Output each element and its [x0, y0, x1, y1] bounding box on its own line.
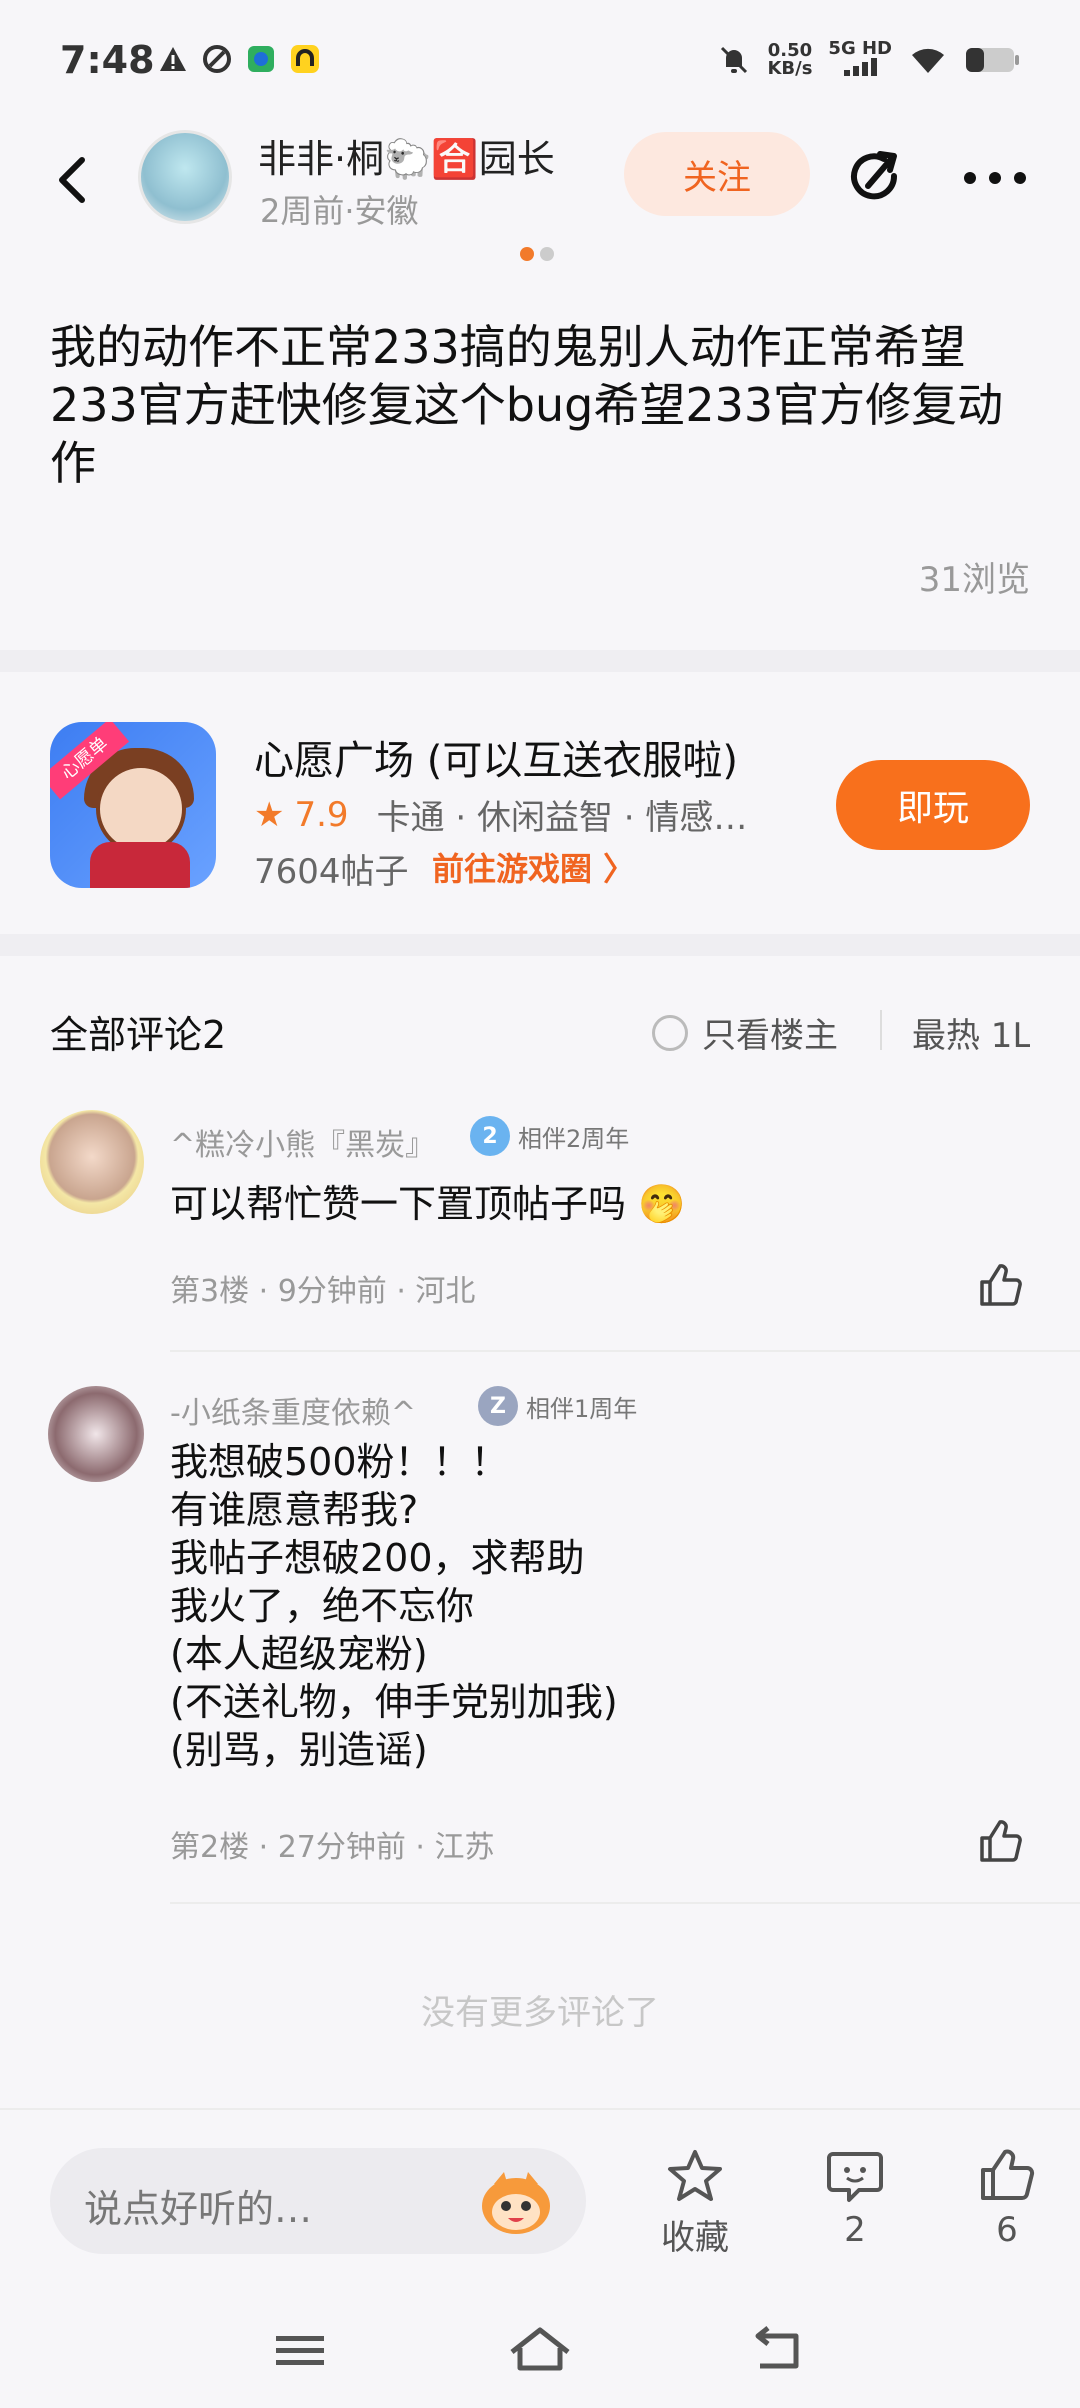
network-speed-unit: KB/s — [767, 58, 813, 79]
follow-button[interactable]: 关注 — [624, 132, 810, 216]
pager-dot — [540, 247, 554, 261]
yellow-app-icon — [291, 45, 319, 73]
section-divider — [0, 650, 1080, 672]
sort-hot-tab[interactable]: 最热 1L — [912, 1008, 1030, 1057]
signal-bars-icon — [844, 58, 878, 76]
comment-bubble-icon[interactable] — [825, 2148, 885, 2204]
play-button[interactable]: 即玩 — [836, 760, 1030, 850]
status-time: 7:48 — [60, 38, 155, 82]
star-icon: ★ — [254, 794, 285, 835]
collect-label[interactable]: 收藏 — [661, 2218, 729, 2258]
game-circle-link[interactable]: 前往游戏圈 〉 — [432, 844, 635, 890]
author-name[interactable]: 非非·桐🐑🈴园长 — [258, 128, 555, 183]
like-count[interactable]: 6 — [996, 2210, 1018, 2250]
game-title[interactable]: 心愿广场 (可以互送衣服啦) — [254, 728, 738, 786]
comment-text: 可以帮忙赞一下置顶帖子吗 🤭 — [170, 1182, 686, 1226]
comment-action[interactable]: 2 — [800, 2148, 910, 2250]
commenter-avatar[interactable] — [40, 1110, 144, 1214]
game-tags: 卡通 · 休闲益智 · 情感… — [376, 798, 748, 838]
badge-icon: 2 — [470, 1116, 510, 1156]
wifi-icon — [912, 48, 944, 73]
like-action[interactable]: 6 — [952, 2148, 1062, 2250]
author-avatar[interactable] — [138, 130, 232, 224]
bottom-action-bar: 说点好听的… 收藏 2 6 — [0, 2108, 1080, 2408]
back-nav-icon[interactable] — [740, 2320, 820, 2380]
comment-divider — [170, 1902, 1080, 1904]
status-system-icons: 0.50 KB/s 5G HD — [717, 40, 1020, 80]
commenter-avatar[interactable] — [48, 1386, 144, 1482]
game-icon-character-face — [96, 764, 186, 854]
share-icon[interactable] — [846, 148, 906, 208]
anniversary-badge: 2 相伴2周年 — [470, 1116, 629, 1156]
status-bar: 7:48 0.50 KB/s 5G HD — [0, 0, 1080, 120]
comment-input-placeholder[interactable]: 说点好听的… — [84, 2178, 312, 2233]
view-count: 31浏览 — [918, 560, 1030, 600]
thumbs-up-icon[interactable] — [976, 1818, 1024, 1866]
badge-label: 相伴1周年 — [526, 1394, 638, 1423]
menu-nav-icon[interactable] — [260, 2320, 340, 2380]
game-post-count: 7604帖子 — [254, 852, 409, 892]
comment-count[interactable]: 2 — [844, 2210, 866, 2250]
battery-icon — [966, 48, 1019, 72]
comment-input[interactable]: 说点好听的… — [50, 2148, 586, 2254]
comment-meta: 第3楼 · 9分钟前 · 河北 — [170, 1274, 476, 1309]
mute-bell-icon — [721, 46, 748, 74]
header-divider — [880, 1010, 882, 1050]
post-header: 非非·桐🐑🈴园长 2周前·安徽 关注 — [0, 120, 1080, 250]
game-card[interactable]: 心愿单 心愿广场 (可以互送衣服啦) ★ 7.9 卡通 · 休闲益智 · 情感…… — [0, 672, 1080, 934]
no-more-comments: 没有更多评论了 — [421, 1993, 659, 2033]
status-notification-icons — [158, 44, 320, 74]
comments-title: 全部评论2 — [50, 1013, 227, 1057]
app-notification-icon — [203, 45, 231, 73]
game-rating: 7.9 — [294, 794, 349, 835]
only-host-toggle[interactable]: 只看楼主 — [652, 1008, 838, 1057]
comment-meta: 第2楼 · 27分钟前 · 江苏 — [170, 1830, 495, 1865]
collect-action[interactable]: 收藏 — [640, 2148, 750, 2259]
image-pager-dots — [520, 247, 554, 261]
only-host-radio[interactable] — [652, 1014, 688, 1051]
signal-indicator: 5G HD — [828, 40, 892, 80]
thumbs-up-icon[interactable] — [976, 1262, 1024, 1310]
game-info-row: ★ 7.9 卡通 · 休闲益智 · 情感… — [254, 790, 777, 839]
badge-icon: Z — [478, 1386, 518, 1426]
game-icon[interactable]: 心愿单 — [50, 722, 216, 888]
more-options-icon[interactable] — [960, 148, 1030, 208]
mascot-emoji-icon[interactable] — [474, 2166, 558, 2238]
warning-icon — [160, 47, 186, 71]
home-nav-icon[interactable] — [500, 2320, 580, 2380]
thumbs-up-icon[interactable] — [977, 2148, 1037, 2204]
badge-label: 相伴2周年 — [518, 1124, 630, 1153]
network-type: 5G HD — [828, 38, 892, 59]
comment-text: 我想破500粉！！！ 有谁愿意帮我? 我帖子想破200，求帮助 我火了，绝不忘你… — [170, 1440, 618, 1772]
section-divider — [0, 934, 1080, 956]
game-app-icon — [248, 46, 274, 72]
network-speed: 0.50 KB/s — [767, 42, 812, 78]
only-host-label[interactable]: 只看楼主 — [702, 1008, 838, 1057]
commenter-name[interactable]: ^糕冷小熊『黑炭』 — [170, 1120, 435, 1164]
pager-dot-active — [520, 247, 534, 261]
comment-divider — [170, 1350, 1080, 1352]
anniversary-badge: Z 相伴1周年 — [478, 1386, 637, 1426]
commenter-name[interactable]: -小纸条重度依赖^ — [170, 1388, 416, 1432]
game-icon-character-body — [90, 842, 190, 888]
post-time-location: 2周前·安徽 — [260, 192, 419, 230]
back-arrow-icon[interactable] — [48, 150, 98, 210]
post-content: 我的动作不正常233搞的鬼别人动作正常希望233官方赶快修复这个bug希望233… — [50, 320, 1004, 490]
star-outline-icon[interactable] — [665, 2148, 725, 2204]
